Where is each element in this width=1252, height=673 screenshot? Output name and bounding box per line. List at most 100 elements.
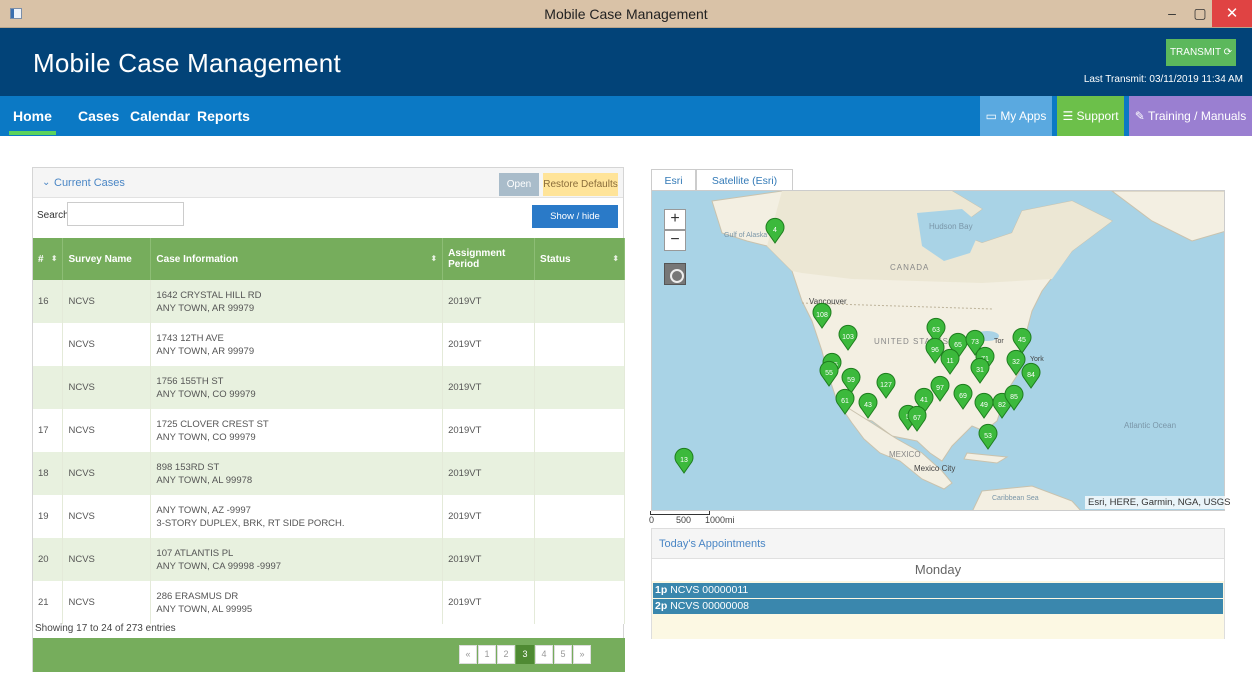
case-information[interactable]: 286 ERASMUS DR ANY TOWN, AL 99995 bbox=[150, 581, 444, 624]
case-information[interactable]: 107 ATLANTIS PL ANY TOWN, CA 99998 -9997 bbox=[150, 538, 444, 581]
show-hide-columns-button[interactable]: Show / hide columns bbox=[532, 205, 618, 245]
page-button[interactable]: » bbox=[573, 645, 591, 664]
table-row[interactable]: 21 NCVS 286 ERASMUS DR ANY TOWN, AL 99995 20… bbox=[33, 581, 625, 624]
case-marker-label: 55 bbox=[825, 370, 833, 377]
case-number: 20 bbox=[33, 538, 64, 581]
close-button[interactable]: ✕ bbox=[1212, 0, 1252, 27]
column-header-case-information[interactable]: Case Information ⬍ bbox=[150, 238, 444, 280]
case-status bbox=[534, 280, 625, 323]
restore-defaults-button[interactable]: Restore Defaults bbox=[543, 173, 618, 196]
page-button[interactable]: 5 bbox=[554, 645, 572, 664]
page-button[interactable]: 4 bbox=[535, 645, 553, 664]
case-marker-label: 32 bbox=[1012, 359, 1020, 366]
page-button[interactable]: 1 bbox=[478, 645, 496, 664]
chevron-down-icon[interactable]: ⌄ bbox=[42, 177, 50, 188]
case-marker-label: 31 bbox=[976, 367, 984, 374]
case-marker-label: 53 bbox=[984, 433, 992, 440]
case-survey-name: NCVS bbox=[62, 452, 152, 495]
case-assignment-period: 2019VT bbox=[442, 538, 536, 581]
table-row[interactable]: 17 NCVS 1725 CLOVER CREST ST ANY TOWN, CO 9… bbox=[33, 409, 625, 452]
case-assignment-period: 2019VT bbox=[442, 409, 536, 452]
zoom-out-button[interactable]: − bbox=[664, 230, 686, 251]
page-button[interactable]: 3 bbox=[516, 645, 534, 664]
appointments-day: Monday bbox=[652, 559, 1224, 581]
case-marker-label: 49 bbox=[980, 402, 988, 409]
map-canvas[interactable]: Hudson Bay Gulf of Alaska CANADA Vancouv… bbox=[652, 191, 1225, 511]
case-information[interactable]: 1756 155TH ST ANY TOWN, CO 99979 bbox=[150, 366, 444, 409]
label-caribbean-sea: Caribbean Sea bbox=[992, 495, 1039, 502]
case-marker-label: 45 bbox=[1018, 337, 1026, 344]
case-information[interactable]: 1642 CRYSTAL HILL RD ANY TOWN, AR 99979 bbox=[150, 280, 444, 323]
nav-cases[interactable]: Cases bbox=[78, 108, 119, 124]
appointment-text: NCVS 00000011 bbox=[670, 584, 749, 596]
table-row[interactable]: 19 NCVS ANY TOWN, AZ -9997 3-STORY DUPLEX, … bbox=[33, 495, 625, 538]
case-marker-label: 11 bbox=[946, 358, 953, 365]
case-assignment-period: 2019VT bbox=[442, 323, 536, 366]
case-marker-label: 82 bbox=[998, 402, 1006, 409]
open-filter-dropdown[interactable]: Open bbox=[499, 173, 539, 196]
case-information[interactable]: 898 153RD ST ANY TOWN, AL 99978 bbox=[150, 452, 444, 495]
case-address-line1: 107 ATLANTIS PL bbox=[156, 547, 234, 559]
window-title: Mobile Case Management bbox=[544, 6, 708, 22]
zoom-in-button[interactable]: + bbox=[664, 209, 686, 230]
scale-label-1000: 1000mi bbox=[705, 515, 735, 525]
my-apps-button[interactable]: ▭ My Apps bbox=[980, 96, 1052, 136]
case-number: 21 bbox=[33, 581, 64, 624]
sort-icon: ⬍ bbox=[430, 254, 438, 263]
map-view[interactable]: Hudson Bay Gulf of Alaska CANADA Vancouv… bbox=[651, 190, 1225, 511]
case-survey-name: NCVS bbox=[62, 366, 152, 409]
cases-panel-header: ⌄ Current Cases Open Restore Defaults bbox=[33, 168, 623, 198]
case-survey-name: NCVS bbox=[62, 495, 152, 538]
nav-calendar[interactable]: Calendar bbox=[130, 108, 190, 124]
appointment-item[interactable]: 2p NCVS 00000008 bbox=[653, 599, 1223, 614]
table-info: Showing 17 to 24 of 273 entries bbox=[35, 623, 176, 634]
appointments-list: 1p NCVS 00000011 2p NCVS 00000008 bbox=[652, 581, 1224, 639]
appointment-item[interactable]: 1p NCVS 00000011 bbox=[653, 583, 1223, 598]
column-header-status[interactable]: Status ⬍ bbox=[534, 238, 625, 280]
case-information[interactable]: ANY TOWN, AZ -9997 3-STORY DUPLEX, BRK, R… bbox=[150, 495, 444, 538]
case-marker-label: 67 bbox=[913, 415, 921, 422]
tab-esri[interactable]: Esri bbox=[651, 169, 696, 191]
case-address-line2: ANY TOWN, AR 99979 bbox=[156, 345, 255, 357]
page-button[interactable]: « bbox=[459, 645, 477, 664]
case-assignment-period: 2019VT bbox=[442, 452, 536, 495]
column-header-number[interactable]: # ⬍ bbox=[33, 238, 64, 280]
case-address-line1: 1725 CLOVER CREST ST bbox=[156, 418, 269, 430]
table-row[interactable]: 20 NCVS 107 ATLANTIS PL ANY TOWN, CA 99998 … bbox=[33, 538, 625, 581]
appointments-title: Today's Appointments bbox=[652, 529, 1224, 559]
case-assignment-period: 2019VT bbox=[442, 280, 536, 323]
case-number bbox=[33, 366, 64, 409]
table-row[interactable]: 18 NCVS 898 153RD ST ANY TOWN, AL 99978 2019… bbox=[33, 452, 625, 495]
map-attribution: Esri, HERE, Garmin, NGA, USGS bbox=[1085, 496, 1234, 509]
search-row: Search: Show / hide columns bbox=[33, 198, 623, 245]
table-row[interactable]: NCVS 1743 12TH AVE ANY TOWN, AR 99979 2019V… bbox=[33, 323, 625, 366]
case-marker-label: 84 bbox=[1027, 372, 1035, 379]
column-header-assignment-period[interactable]: Assignment Period bbox=[442, 238, 536, 280]
tab-satellite-esri[interactable]: Satellite (Esri) bbox=[696, 169, 793, 191]
table-row[interactable]: NCVS 1756 155TH ST ANY TOWN, CO 99979 2019V… bbox=[33, 366, 625, 409]
case-assignment-period: 2019VT bbox=[442, 495, 536, 538]
case-address-line2: ANY TOWN, AL 99978 bbox=[156, 474, 253, 486]
case-marker-label: 59 bbox=[847, 377, 855, 384]
case-information[interactable]: 1743 12TH AVE ANY TOWN, AR 99979 bbox=[150, 323, 444, 366]
current-cases-panel: ⌄ Current Cases Open Restore Defaults Se… bbox=[32, 167, 625, 672]
nav-reports[interactable]: Reports bbox=[197, 108, 250, 124]
training-manuals-button[interactable]: ✎ Training / Manuals bbox=[1129, 96, 1252, 136]
case-information[interactable]: 1725 CLOVER CREST ST ANY TOWN, CO 99979 bbox=[150, 409, 444, 452]
column-header-survey-name[interactable]: Survey Name bbox=[62, 238, 152, 280]
page-button[interactable]: 2 bbox=[497, 645, 515, 664]
case-status bbox=[534, 323, 625, 366]
transmit-button[interactable]: TRANSMIT ⟳ bbox=[1166, 39, 1236, 66]
cases-panel-title[interactable]: Current Cases bbox=[54, 177, 125, 189]
table-row[interactable]: 16 NCVS 1642 CRYSTAL HILL RD ANY TOWN, AR 9… bbox=[33, 280, 625, 323]
locate-icon[interactable] bbox=[664, 263, 686, 285]
label-hudson-bay: Hudson Bay bbox=[929, 222, 973, 231]
search-input[interactable] bbox=[67, 202, 184, 226]
nav-home[interactable]: Home bbox=[9, 108, 56, 135]
label-toronto: Tor bbox=[994, 338, 1004, 345]
case-address-line1: 898 153RD ST bbox=[156, 461, 220, 473]
support-button[interactable]: ☰ Support bbox=[1057, 96, 1124, 136]
case-assignment-period: 2019VT bbox=[442, 581, 536, 624]
case-status bbox=[534, 581, 625, 624]
case-survey-name: NCVS bbox=[62, 280, 152, 323]
